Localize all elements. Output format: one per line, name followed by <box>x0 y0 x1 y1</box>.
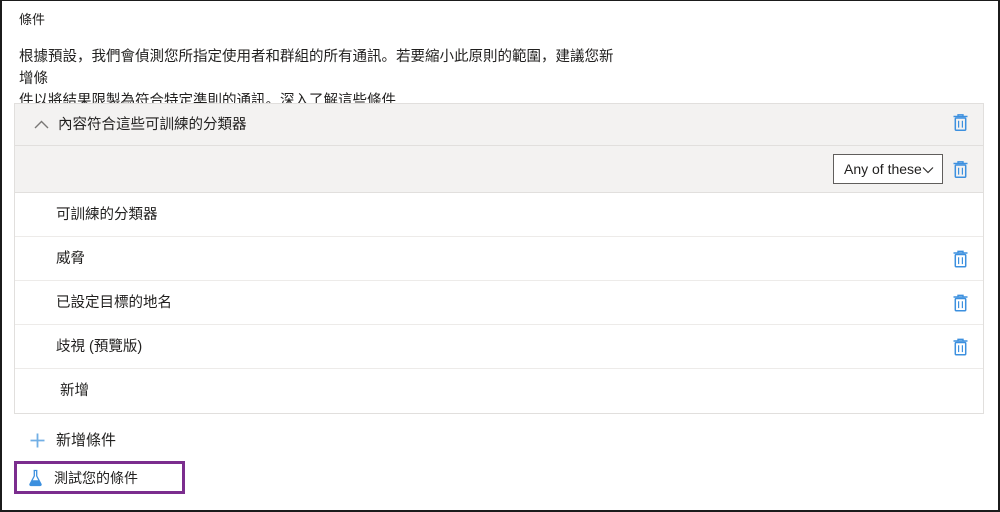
list-item-label: 可訓練的分類器 <box>56 206 158 223</box>
add-classifier-row[interactable]: 新增 <box>15 368 983 413</box>
flask-icon <box>26 469 44 487</box>
match-type-value: Any of these <box>844 161 922 177</box>
match-type-dropdown[interactable]: Any of these <box>833 154 943 184</box>
trash-icon[interactable] <box>952 249 969 268</box>
list-item[interactable]: 可訓練的分類器 <box>15 192 983 236</box>
list-item[interactable]: 歧視 (預覽版) <box>15 324 983 368</box>
chevron-up-icon[interactable] <box>28 112 54 138</box>
classifier-list: 可訓練的分類器 威脅 已設定目標的地名 歧視 (預覽版) 新增 <box>15 192 983 413</box>
condition-match-bar: Any of these <box>15 146 983 192</box>
test-conditions-label: 測試您的條件 <box>54 469 138 486</box>
add-condition-label: 新增條件 <box>56 431 117 449</box>
plus-icon <box>28 431 46 449</box>
list-item-label: 已設定目標的地名 <box>56 294 172 311</box>
condition-group-header[interactable]: 內容符合這些可訓練的分類器 <box>15 104 983 146</box>
trash-icon[interactable] <box>952 113 969 132</box>
description-line-1: 根據預設，我們會偵測您所指定使用者和群組的所有通訊。若要縮小此原則的範圍，建議您… <box>19 49 614 87</box>
list-item-label: 歧視 (預覽版) <box>56 338 143 355</box>
list-item[interactable]: 威脅 <box>15 236 983 280</box>
list-item-label: 威脅 <box>56 250 85 267</box>
list-item[interactable]: 已設定目標的地名 <box>15 280 983 324</box>
condition-group-panel: 內容符合這些可訓練的分類器 Any of these 可訓練的分類器 威脅 已設… <box>14 103 984 414</box>
conditions-page: 條件 根據預設，我們會偵測您所指定使用者和群組的所有通訊。若要縮小此原則的範圍，… <box>0 0 1000 512</box>
add-condition-button[interactable]: 新增條件 <box>28 427 116 453</box>
trash-icon[interactable] <box>952 337 969 356</box>
chevron-down-icon <box>922 161 934 177</box>
page-title: 條件 <box>19 12 46 27</box>
add-classifier-label: 新增 <box>60 383 89 399</box>
condition-group-title: 內容符合這些可訓練的分類器 <box>58 116 247 133</box>
test-conditions-button[interactable]: 測試您的條件 <box>14 461 185 494</box>
trash-icon[interactable] <box>952 160 969 179</box>
trash-icon[interactable] <box>952 293 969 312</box>
